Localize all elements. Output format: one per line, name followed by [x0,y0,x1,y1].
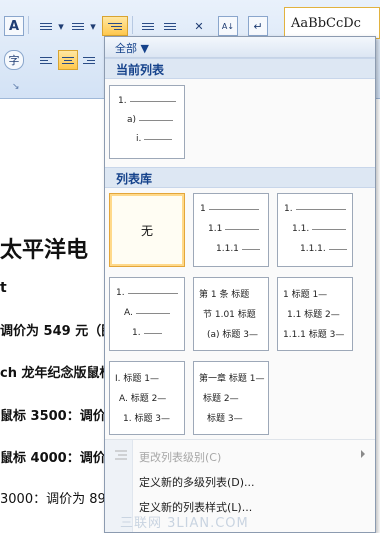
document-text-line: 调价为 549 元（图 [0,324,115,339]
group-launcher-icon[interactable]: ↘ [12,82,20,92]
level-label: 1. [132,328,141,338]
submenu-arrow-icon [361,450,365,458]
no-list-label: 无 [140,223,153,238]
chinese-layout-icon[interactable]: ✕ [186,16,212,36]
bullets-icon[interactable] [36,16,56,36]
ribbon-separator [132,16,133,34]
define-multilevel-item[interactable]: 定义新的多级列表(D)... [105,470,375,491]
level-label: 1.1. [292,224,310,234]
list-library-tile[interactable]: I. 标题 1— A. 标题 2— 1. 标题 3— [109,361,185,435]
font-color-button[interactable]: A [4,16,24,36]
list-library-tile[interactable]: 1 1.1 1.1.1 [193,193,269,267]
sort-button[interactable]: A↓ [218,16,238,36]
site-watermark: 三联网 3LIAN.COM [120,516,249,531]
level-label: 1 [200,204,206,214]
level-label: 1. [116,288,125,298]
numbering-dropdown-icon[interactable]: ▾ [88,16,98,36]
change-list-level-label: 更改列表级别(C) [139,451,222,464]
level-label: 1.1.1 标题 3— [283,329,345,340]
ribbon-separator [28,16,29,34]
level-label: A. 标题 2— [119,393,167,404]
menu-divider [105,439,375,440]
document-text-line: 3000：调价为 89 [0,492,106,507]
current-list-header: 当前列表 [105,58,375,79]
font-color-label: A [8,18,20,34]
align-right-icon[interactable] [80,50,98,70]
align-center-icon[interactable] [58,50,78,70]
level-label: 1.1.1 [216,244,239,254]
style-normal-preview[interactable]: AaBbCcDc [284,7,380,39]
current-list-tile[interactable]: 1. a) i. [109,85,185,159]
phonetic-label: 字 [8,54,20,67]
level-label: 1.1 标题 2— [287,309,340,320]
gallery-filter-bar: 全部 ▼ [105,37,375,58]
numbering-icon[interactable] [68,16,88,36]
level-label: i. [136,134,142,144]
list-library-tile[interactable]: 无 [109,193,185,267]
show-marks-icon[interactable]: ↵ [248,16,268,36]
level-label: 1 标题 1— [283,289,328,300]
list-library-header: 列表库 [105,167,375,188]
level-label: 第 1 条 标题 [199,289,250,300]
level-label: 标题 3— [207,413,243,424]
phonetic-guide-button[interactable]: 字 [4,50,24,70]
list-library-tile[interactable]: 1. A. 1. [109,277,185,351]
level-label: A. [124,308,133,318]
list-library-tile[interactable]: 1. 1.1. 1.1.1. [277,193,353,267]
level-label: 节 1.01 标题 [203,309,256,320]
define-multilevel-label: 定义新的多级列表(D)... [139,476,255,489]
document-text-line: 鼠标 4000：调价为 [0,451,119,466]
level-label: 1.1.1. [300,244,326,254]
list-library-header-label: 列表库 [116,172,153,186]
sort-label: A↓ [221,21,235,31]
decrease-indent-icon[interactable] [138,16,158,36]
change-level-icon [114,449,128,461]
level-label: I. 标题 1— [115,373,159,384]
document-text-line: ch 龙年纪念版鼠标 [0,366,113,381]
change-list-level-item[interactable]: 更改列表级别(C) [105,445,375,466]
level-label: (a) 标题 3— [207,329,258,340]
list-library-tile[interactable]: 1 标题 1— 1.1 标题 2— 1.1.1 标题 3— [277,277,353,351]
level-label: 1. [284,204,293,214]
multilevel-list-gallery: 全部 ▼ 当前列表 1. a) i. 列表库 无 1 1.1 1.1.1 1. 1.1. 1… [104,36,376,533]
level-label: 1. [118,96,127,106]
bullets-dropdown-icon[interactable]: ▾ [56,16,66,36]
align-left-icon[interactable] [36,50,56,70]
increase-indent-icon[interactable] [160,16,180,36]
gallery-filter-dropdown[interactable]: 全部 ▼ [115,40,149,56]
level-label: a) [127,115,137,125]
list-library-tile[interactable]: 第 1 条 标题节 1.01 标题 (a) 标题 3— [193,277,269,351]
document-text-line: 鼠标 3500：调价为 [0,409,119,424]
document-text-line: 太平洋电 [0,238,89,263]
current-list-header-label: 当前列表 [116,63,165,77]
level-label: 1.1 [208,224,223,234]
list-library-tile[interactable]: 第一章 标题 1— 标题 2— 标题 3— [193,361,269,435]
document-text-line: t [0,280,7,296]
level-label: 1. 标题 3— [123,413,171,424]
multilevel-list-button[interactable] [102,16,128,36]
level-label: 第一章 标题 1— [199,373,265,384]
level-label: 标题 2— [203,393,239,404]
